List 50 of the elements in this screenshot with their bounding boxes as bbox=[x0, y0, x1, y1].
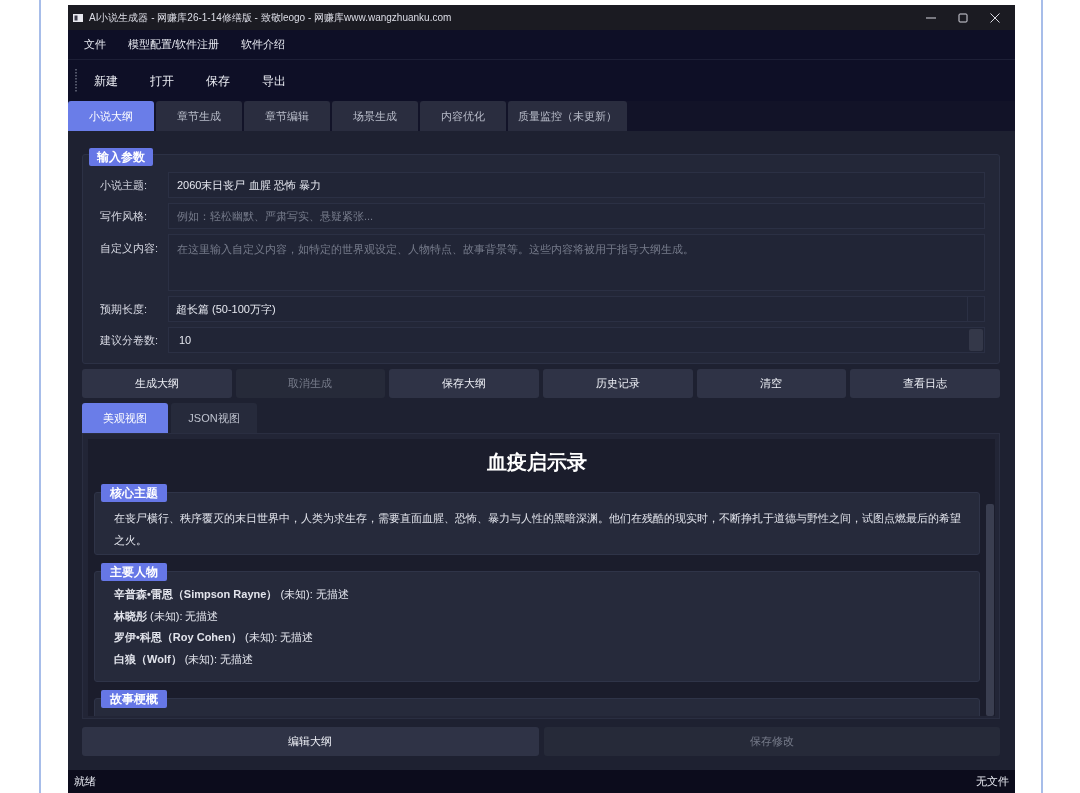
text-field[interactable]: 2060末日丧尸 血腥 恐怖 暴力 bbox=[168, 172, 985, 198]
tab[interactable]: 章节编辑 bbox=[244, 101, 330, 131]
toolbar-button[interactable]: 新建 bbox=[78, 71, 134, 90]
action-button[interactable]: 保存大纲 bbox=[389, 369, 539, 398]
tab[interactable]: 章节生成 bbox=[156, 101, 242, 131]
view-tab[interactable]: JSON视图 bbox=[171, 403, 257, 433]
section-heading: 核心主题 bbox=[101, 484, 167, 502]
field-label: 预期长度: bbox=[100, 301, 149, 317]
field-label: 自定义内容: bbox=[100, 241, 160, 256]
outline-title: 血疫启示录 bbox=[486, 450, 588, 475]
tab[interactable]: 场景生成 bbox=[332, 101, 418, 131]
character-entry: 罗伊•科恩（Roy Cohen） (未知): 无描述 bbox=[114, 630, 315, 645]
toolbar-button[interactable]: 打开 bbox=[134, 71, 190, 90]
textarea-field[interactable]: 在这里输入自定义内容，如特定的世界观设定、人物特点、故事背景等。这些内容将被用于指导大纲生成。 bbox=[168, 234, 985, 291]
field-label: 写作风格: bbox=[100, 208, 149, 224]
character-entry: 白狼（Wolf） (未知): 无描述 bbox=[114, 651, 255, 667]
dropdown-field[interactable]: 超长篇 (50-100万字) bbox=[168, 296, 985, 322]
tab[interactable]: 小说大纲 bbox=[68, 101, 154, 131]
text-field[interactable]: 例如：轻松幽默、严肃写实、悬疑紧张... bbox=[168, 203, 985, 229]
status-file: 无文件 bbox=[976, 774, 1009, 790]
section-heading: 主要人物 bbox=[101, 563, 167, 581]
window-title: AI小说生成器 - 网赚库26-1-14修缮版 - 致敬leogo - 网赚库www.wangzhuanku.com bbox=[89, 11, 452, 25]
action-button[interactable]: 清空 bbox=[696, 369, 847, 398]
section-heading: 故事梗概 bbox=[101, 690, 167, 708]
number-field[interactable]: 10 bbox=[168, 327, 985, 353]
section-text: 在丧尸横行、秩序覆灭的末日世界中，人类为求生存，需要直面血腥、恐怖、暴力与人性的黑暗深渊。他们在残酷的现实时，不断挣扎于道德与野性之间，试图点燃最后的希望之火。 bbox=[114, 511, 962, 548]
action-button[interactable]: 查看日志 bbox=[850, 369, 1000, 398]
app-icon bbox=[73, 13, 83, 22]
tab[interactable]: 内容优化 bbox=[420, 101, 506, 131]
toolbar-button[interactable]: 保存 bbox=[190, 71, 246, 90]
toolbar-handle-icon[interactable] bbox=[75, 68, 77, 93]
tab[interactable]: 质量监控（未更新） bbox=[508, 101, 627, 131]
menu-item[interactable]: 软件介绍 bbox=[230, 36, 297, 53]
status-message: 就绪 bbox=[74, 774, 96, 790]
group-title: 输入参数 bbox=[89, 148, 153, 166]
edit-button[interactable]: 编辑大纲 bbox=[82, 727, 539, 756]
close-icon[interactable] bbox=[990, 12, 1000, 23]
scrollbar-thumb[interactable] bbox=[986, 504, 994, 716]
toolbar-button[interactable]: 导出 bbox=[246, 71, 302, 90]
menu-item[interactable]: 文件 bbox=[73, 36, 117, 53]
action-button[interactable]: 历史记录 bbox=[543, 369, 693, 398]
character-entry: 辛普森•雷恩（Simpson Rayne） (未知): 无描述 bbox=[114, 587, 350, 602]
character-entry: 林晓彤 (未知): 无描述 bbox=[114, 608, 220, 624]
field-label: 建议分卷数: bbox=[100, 332, 160, 348]
action-button[interactable]: 生成大纲 bbox=[82, 369, 232, 398]
field-label: 小说主题: bbox=[100, 177, 149, 193]
menu-item[interactable]: 模型配置/软件注册 bbox=[117, 36, 231, 53]
scrollbar-track[interactable] bbox=[985, 439, 995, 716]
view-tab[interactable]: 美观视图 bbox=[82, 403, 168, 433]
maximize-icon[interactable] bbox=[958, 12, 968, 23]
